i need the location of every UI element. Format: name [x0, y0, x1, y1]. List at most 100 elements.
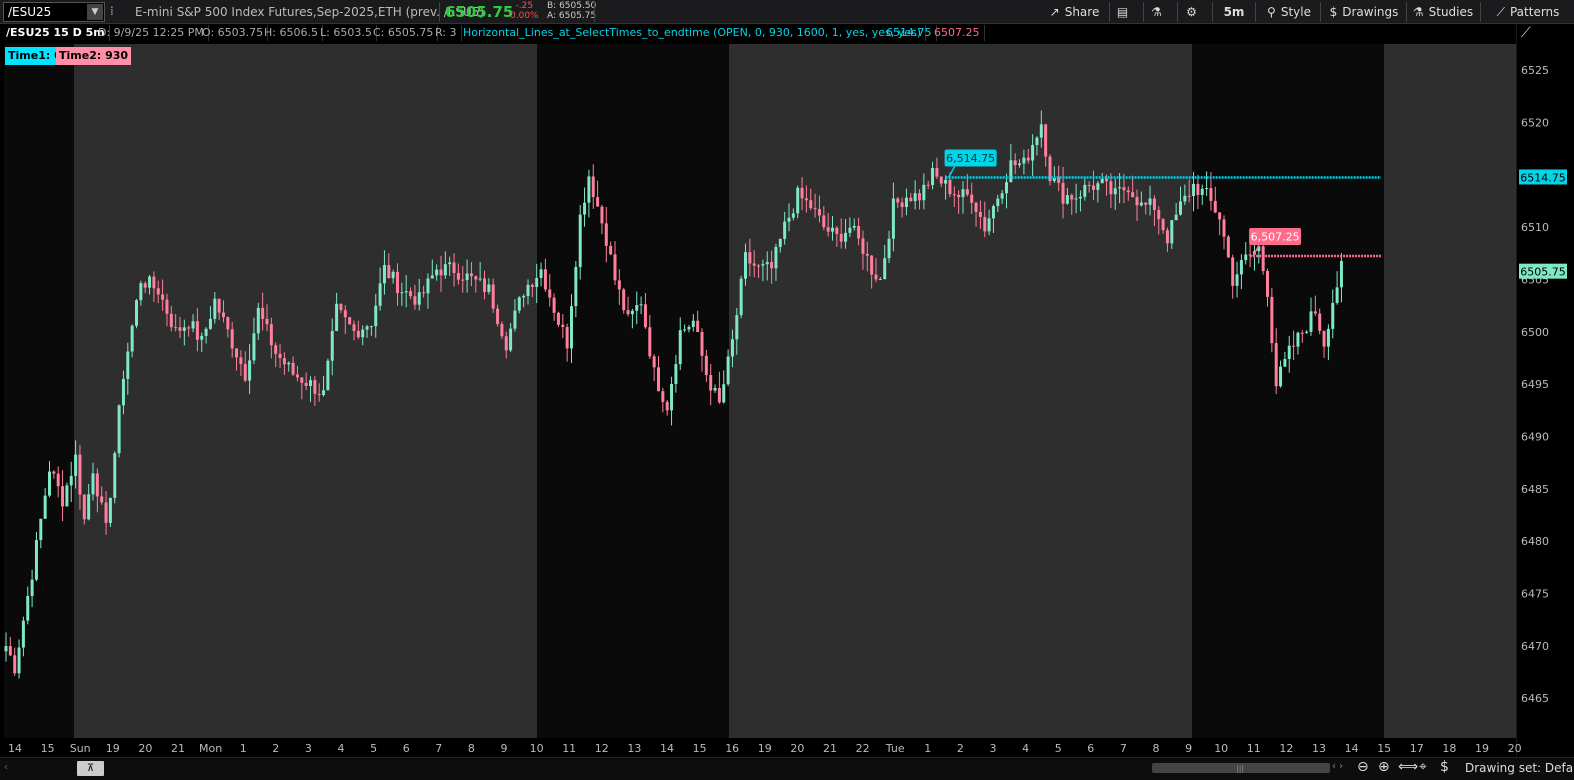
expand-button[interactable]: ⊼ [77, 761, 104, 776]
drawing-tool-icon[interactable]: ⟋ [1521, 25, 1531, 41]
candle-body [848, 227, 852, 233]
candle-body [1309, 311, 1313, 332]
top-toolbar: /ESU25 ▼ ⁞ E-mini S&P 500 Index Futures,… [0, 0, 1574, 24]
symbol-input[interactable]: /ESU25 ▼ [3, 2, 105, 22]
style-button[interactable]: ⚲ Style [1259, 0, 1319, 24]
x-tick-label: 14 [1345, 742, 1359, 755]
candle-body [1118, 187, 1122, 189]
candle-body [1296, 332, 1300, 347]
candle-body [574, 266, 578, 307]
x-tick-label: Sun [70, 742, 91, 755]
candle-body [100, 496, 104, 503]
candle-body [744, 252, 747, 279]
scroll-arrows-icon[interactable]: ‹ › [1332, 761, 1343, 772]
study-name[interactable]: Horizontal_Lines_at_SelectTimes_to_endti… [459, 25, 927, 41]
candle-body [322, 390, 326, 396]
scroll-grip-icon[interactable]: ||| [1236, 764, 1244, 773]
candle-body [643, 304, 647, 328]
x-tick-label: 20 [790, 742, 804, 755]
x-tick-label: 9 [1185, 742, 1192, 755]
candle-body [1057, 177, 1061, 183]
studies-button[interactable]: ⚗ Studies [1410, 0, 1476, 24]
candle-body [30, 579, 34, 597]
candle-body [700, 332, 704, 356]
candle-body [1222, 219, 1226, 237]
patterns-icon: ⟋ [1496, 5, 1505, 19]
candle-body [717, 387, 721, 403]
divider [1212, 2, 1213, 22]
zoom-out-icon[interactable]: ⊖ [1357, 759, 1369, 775]
candle-body [443, 264, 447, 276]
candle-body [309, 380, 312, 386]
y-tick-label: 6485 [1521, 483, 1549, 496]
patterns-label: Patterns [1509, 5, 1560, 19]
drawings-label: Drawings [1342, 5, 1399, 19]
candle-body [48, 471, 51, 496]
chart-window: 6465 6470 6475 6480 6485 6490 6495 6500 6505 6510… [0, 0, 1574, 780]
candle-body [1279, 366, 1283, 387]
candle-body [317, 393, 321, 396]
study-value-1: 6514.75 [882, 25, 937, 41]
bar-open: O: 6503.75 [198, 25, 269, 41]
candle-body [974, 202, 978, 212]
x-tick-label: 20 [1508, 742, 1522, 755]
candle-body [556, 312, 560, 325]
candle-body [356, 330, 360, 338]
x-tick-label: 13 [627, 742, 641, 755]
candle-body [796, 187, 800, 214]
pan-icon[interactable]: ⟺ [1398, 759, 1418, 775]
x-tick-label: 17 [1410, 742, 1424, 755]
crosshair-icon[interactable]: ⌖ [1419, 759, 1427, 775]
candle-body [343, 310, 347, 318]
price-chart[interactable]: 6465647064756480648564906495650065056510… [0, 0, 1574, 757]
patterns-button[interactable]: ⟋ Patterns [1484, 0, 1572, 24]
candle-body [757, 265, 761, 267]
candle-body [687, 326, 691, 330]
drawing-set-icon[interactable]: $ [1440, 759, 1449, 775]
flask-button[interactable]: ⚗ [1146, 0, 1172, 24]
drawings-button[interactable]: $ Drawings [1324, 0, 1404, 24]
candle-body [1213, 200, 1217, 213]
candle-body [222, 312, 225, 318]
divider [1177, 2, 1178, 22]
chevron-down-icon[interactable]: ▼ [87, 4, 103, 20]
candle-body [626, 310, 630, 315]
candle-body [82, 494, 86, 520]
timeframe-button[interactable]: 5m [1216, 0, 1252, 24]
candle-body [730, 339, 734, 357]
candle-body [1022, 157, 1026, 164]
candle-body [239, 357, 243, 365]
candle-body [813, 208, 817, 210]
candle-body [282, 358, 286, 365]
candle-body [652, 356, 656, 368]
candle-body [661, 391, 665, 402]
candle-body [483, 278, 486, 292]
share-button[interactable]: ↗ Share [1042, 0, 1107, 24]
candle-body [839, 233, 843, 242]
candle-body [913, 193, 917, 202]
y-tick-label: 6520 [1521, 117, 1549, 130]
candle-body [870, 255, 874, 275]
candle-body [121, 378, 125, 406]
settings-button[interactable]: ⚙ [1181, 0, 1207, 24]
candle-body [304, 382, 308, 386]
candle-body [191, 321, 195, 329]
candle-body [787, 217, 791, 222]
scroll-left-icon[interactable]: ‹ [4, 762, 8, 773]
candle-body [909, 197, 913, 202]
candle-body [391, 271, 395, 279]
study-value-2: 6507.25 [930, 25, 985, 41]
candle-body [287, 362, 291, 365]
candle-body [517, 297, 521, 311]
candle-body [883, 258, 887, 280]
watchlist-button[interactable]: ▤ [1112, 0, 1138, 24]
zoom-in-icon[interactable]: ⊕ [1378, 759, 1390, 775]
studies-label: Studies [1428, 5, 1474, 19]
candle-body [665, 401, 669, 411]
candle-body [243, 364, 247, 381]
x-tick-label: Tue [885, 742, 905, 755]
candle-body [469, 273, 473, 277]
candle-body [570, 306, 573, 349]
candle-body [152, 276, 156, 289]
link-icon[interactable]: ⁞ [110, 4, 114, 18]
